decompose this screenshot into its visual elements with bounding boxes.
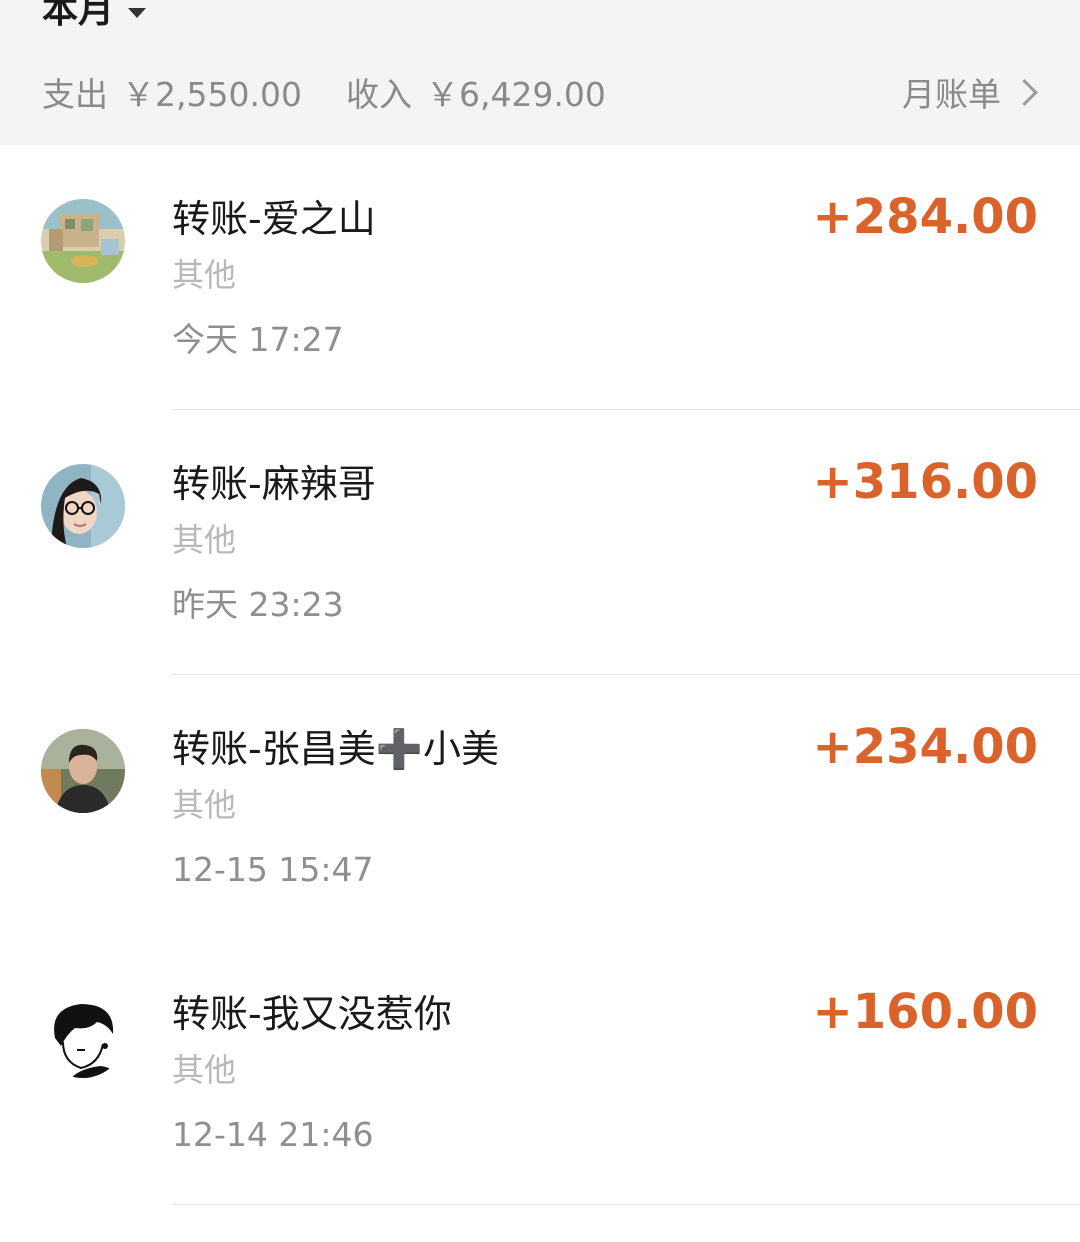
month-label: 本月 <box>42 0 115 31</box>
caret-down-icon <box>128 8 147 18</box>
totals-row: 支出 ￥2,550.00 收入 ￥6,429.00 <box>42 66 606 118</box>
transaction-time: 昨天 23:23 <box>172 585 344 624</box>
transaction-amount: +234.00 <box>812 719 1038 775</box>
transaction-title: 转账-我又没惹你 <box>172 992 452 1036</box>
transaction-title: 转账-张昌美➕小美 <box>172 727 500 771</box>
summary-header: 本月 支出 ￥2,550.00 收入 ￥6,429.00 月账单 <box>0 0 1080 145</box>
transaction-row[interactable]: 转账-张昌美➕小美 其他 12-15 15:47 +234.00 <box>0 675 1080 940</box>
transaction-list: 转账-爱之山 其他 今天 17:27 +284.00 转账-麻辣哥 其他 昨天 … <box>0 145 1080 1205</box>
monthly-bill-label: 月账单 <box>902 75 1001 114</box>
transaction-amount: +316.00 <box>812 454 1038 510</box>
transaction-time: 今天 17:27 <box>172 320 344 359</box>
monthly-bill-link[interactable]: 月账单 <box>902 66 1040 118</box>
transaction-time: 12-15 15:47 <box>172 850 374 889</box>
transaction-category: 其他 <box>172 256 237 294</box>
chevron-right-icon <box>1011 78 1038 106</box>
transaction-row[interactable]: 转账-麻辣哥 其他 昨天 23:23 +316.00 <box>0 410 1080 675</box>
transaction-amount: +284.00 <box>812 189 1038 245</box>
man-photo-avatar <box>41 729 125 813</box>
transaction-row[interactable]: 转账-我又没惹你 其他 12-14 21:46 +160.00 <box>0 940 1080 1205</box>
transaction-time: 12-14 21:46 <box>172 1115 374 1154</box>
month-selector[interactable]: 本月 <box>42 0 147 36</box>
transaction-amount: +160.00 <box>812 984 1038 1040</box>
transaction-category: 其他 <box>172 1051 237 1089</box>
income-label: 收入 <box>345 75 412 114</box>
woman-with-glasses-avatar <box>41 464 125 548</box>
transaction-category: 其他 <box>172 786 237 824</box>
expense-label: 支出 <box>42 75 108 114</box>
transaction-category: 其他 <box>172 521 237 559</box>
row-divider <box>172 1204 1080 1205</box>
income-amount: ￥6,429.00 <box>425 75 606 114</box>
transaction-row[interactable]: 转账-爱之山 其他 今天 17:27 +284.00 <box>0 145 1080 410</box>
transaction-title: 转账-爱之山 <box>172 197 376 241</box>
scenery-illustration-avatar <box>41 199 125 283</box>
expense-amount: ￥2,550.00 <box>122 75 302 114</box>
anime-boy-sketch-avatar <box>41 994 125 1078</box>
transaction-title: 转账-麻辣哥 <box>172 462 376 506</box>
